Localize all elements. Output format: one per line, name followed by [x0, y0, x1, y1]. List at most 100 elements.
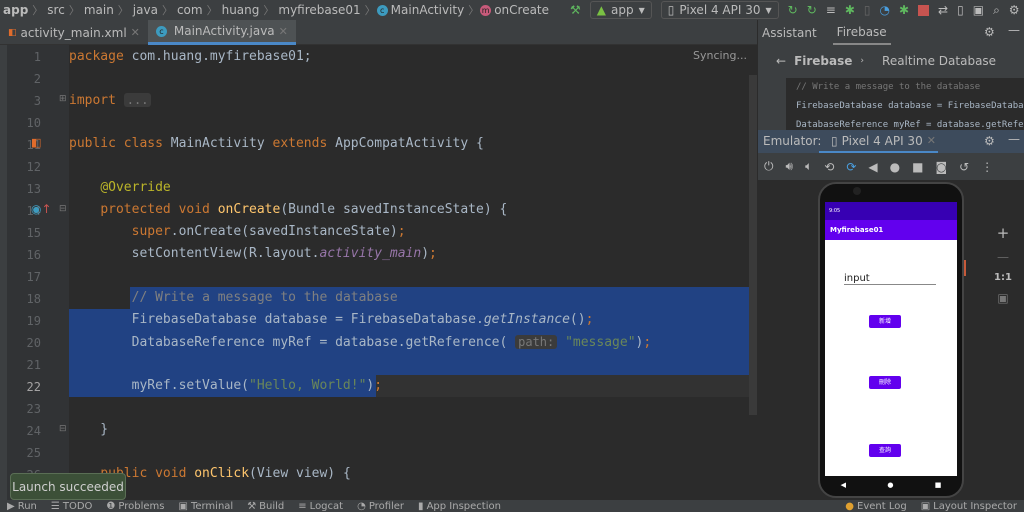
class-icon: c: [155, 25, 167, 37]
nav-home-icon[interactable]: ●: [887, 481, 893, 489]
breadcrumb-java[interactable]: java: [130, 3, 161, 17]
breadcrumb-com[interactable]: com: [174, 3, 206, 17]
breadcrumb-app[interactable]: app: [0, 3, 31, 17]
profiler-tool-button[interactable]: ◔ Profiler: [350, 501, 411, 512]
app-inspection-tool-button[interactable]: ▮ App Inspection: [411, 501, 508, 512]
sdk-manager-icon[interactable]: ▣: [973, 4, 984, 16]
more-icon[interactable]: ⋮: [981, 160, 993, 174]
build-hammer-icon[interactable]: ⚒: [570, 4, 581, 16]
gear-icon[interactable]: ⚙: [984, 25, 995, 39]
tab-mainactivity-java[interactable]: c MainActivity.java ✕: [147, 20, 296, 45]
avd-manager-icon[interactable]: ▯: [957, 4, 964, 16]
snapshot-icon[interactable]: ↺: [959, 160, 969, 174]
fit-screen-icon[interactable]: ▣: [997, 291, 1008, 305]
class-icon: c: [376, 4, 388, 16]
zoom-in-icon[interactable]: +: [997, 224, 1010, 242]
override-icon[interactable]: ◉↑: [31, 202, 52, 216]
breadcrumb-main[interactable]: main: [81, 3, 117, 17]
tool-window-bar: ▶ Run ☰ TODO ❶ Problems ▣ Terminal ⚒ Bui…: [0, 500, 1024, 512]
xml-file-icon: ◧: [8, 27, 17, 38]
camera-icon[interactable]: ◙: [935, 160, 947, 174]
todo-tool-button[interactable]: ☰ TODO: [44, 501, 100, 512]
run-tool-button[interactable]: ▶ Run: [0, 501, 44, 512]
zoom-reset-button[interactable]: 1:1: [994, 272, 1012, 283]
zoom-controls: + — 1:1 ▣: [990, 224, 1016, 324]
minimize-icon[interactable]: —: [1008, 23, 1020, 37]
fold-icon[interactable]: ⊟: [59, 204, 67, 214]
logcat-tool-button[interactable]: ≡ Logcat: [291, 501, 350, 512]
close-icon[interactable]: ✕: [279, 25, 288, 38]
phone-screen[interactable]: 9:05 Myfirebase01 input 新增 刪除 查詢: [825, 202, 957, 476]
profiler-icon[interactable]: ◔: [880, 4, 890, 16]
device-dropdown[interactable]: ▯ Pixel 4 API 30 ▼: [660, 1, 779, 19]
firebase-back-link[interactable]: Firebase: [794, 54, 852, 68]
input-field[interactable]: input: [844, 273, 936, 285]
scrollbar[interactable]: [749, 75, 757, 415]
attach-debugger-icon[interactable]: ▯: [864, 4, 871, 16]
navigation-bar: app 〉 src 〉 main 〉 java 〉 com 〉 huang 〉 myfire…: [0, 0, 1024, 20]
event-log-button[interactable]: ● Event Log: [838, 501, 913, 512]
tab-activity-main-xml[interactable]: ◧ activity_main.xml ✕: [0, 20, 148, 45]
code-editor[interactable]: Syncing... package com.huang.myfirebase0…: [69, 45, 757, 500]
rotate-left-icon[interactable]: ⟲: [824, 160, 834, 174]
breadcrumb-method[interactable]: onCreate: [494, 3, 552, 17]
tab-assistant[interactable]: Assistant: [762, 26, 817, 40]
left-tool-strip: [0, 45, 7, 500]
line-number: 3: [33, 94, 41, 108]
tab-emulator-device[interactable]: ▯ Pixel 4 API 30 ✕: [819, 130, 938, 153]
line-number: 21: [26, 358, 41, 372]
delete-button[interactable]: 刪除: [869, 376, 901, 389]
terminal-tool-button[interactable]: ▣ Terminal: [171, 501, 240, 512]
code-line: import ...: [69, 89, 152, 111]
line-number: 25: [26, 446, 41, 460]
device-icon: ▯: [831, 133, 838, 148]
apply-code-changes-icon[interactable]: ≡: [826, 4, 836, 16]
nav-back-icon[interactable]: ◀: [841, 481, 846, 489]
line-number: 12: [26, 160, 41, 174]
code-line: protected void onCreate(Bundle savedInst…: [100, 202, 508, 217]
xml-layout-icon[interactable]: ◧: [31, 136, 41, 149]
rerun-icon[interactable]: ↻: [788, 4, 798, 16]
build-tool-button[interactable]: ⚒ Build: [240, 501, 291, 512]
close-icon[interactable]: ✕: [131, 26, 140, 39]
code-line: // Write a message to the database: [131, 290, 398, 305]
apply-changes-icon[interactable]: ↻: [807, 4, 817, 16]
android-icon: ▲: [596, 3, 607, 17]
zoom-out-icon[interactable]: —: [997, 250, 1009, 264]
debug-attach-icon[interactable]: ✱: [899, 4, 909, 16]
fold-icon[interactable]: ⊟: [59, 424, 67, 434]
minimize-icon[interactable]: —: [1008, 132, 1020, 146]
run-config-dropdown[interactable]: ▲ app ▼: [589, 1, 652, 19]
overview-icon[interactable]: ■: [912, 160, 923, 174]
query-button[interactable]: 查詢: [869, 444, 901, 457]
add-button[interactable]: 新增: [869, 315, 901, 328]
volume-up-icon[interactable]: 🔊︎: [786, 159, 794, 174]
breadcrumb-src[interactable]: src: [44, 3, 68, 17]
sync-gradle-icon[interactable]: ⇄: [938, 4, 948, 16]
back-icon[interactable]: ◀: [868, 160, 877, 174]
stop-icon[interactable]: [918, 4, 930, 16]
breadcrumb-huang[interactable]: huang: [219, 3, 263, 17]
device-icon: ▯: [667, 3, 675, 17]
fold-icon[interactable]: ⊞: [59, 94, 67, 104]
layout-inspector-button[interactable]: ▣ Layout Inspector: [914, 501, 1024, 512]
launch-toast: Launch succeeded: [10, 473, 126, 500]
line-number: 23: [26, 402, 41, 416]
code-line: @Override: [100, 180, 171, 195]
power-icon[interactable]: ⏻: [764, 159, 774, 174]
breadcrumb-class[interactable]: MainActivity: [391, 3, 468, 17]
status-bar: 9:05: [825, 202, 957, 220]
debug-icon[interactable]: ✱: [845, 4, 855, 16]
back-arrow-icon[interactable]: ←: [776, 54, 786, 68]
gear-icon[interactable]: ⚙: [984, 134, 995, 148]
rotate-right-icon[interactable]: ⟳: [846, 160, 856, 174]
search-icon[interactable]: ⌕: [993, 4, 1000, 16]
home-icon[interactable]: ●: [890, 160, 900, 174]
tab-firebase[interactable]: Firebase: [832, 21, 891, 45]
breadcrumb-package[interactable]: myfirebase01: [275, 3, 363, 17]
nav-recents-icon[interactable]: ■: [935, 481, 942, 489]
gear-icon[interactable]: ⚙: [1009, 4, 1020, 16]
volume-down-icon[interactable]: 🔈︎: [805, 159, 812, 174]
problems-tool-button[interactable]: ❶ Problems: [99, 501, 171, 512]
close-icon[interactable]: ✕: [927, 134, 936, 147]
